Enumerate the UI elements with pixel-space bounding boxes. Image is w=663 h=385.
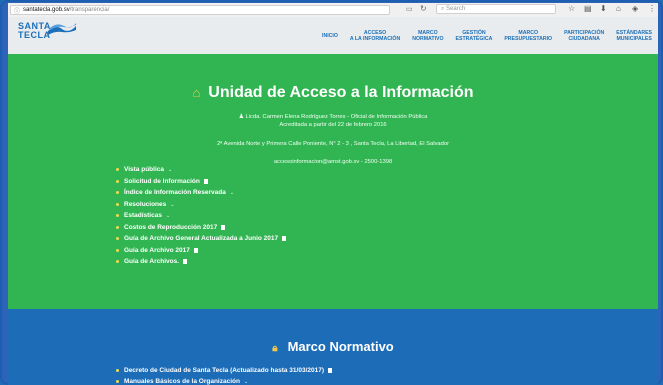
search-input[interactable]: ⌕ Search [436, 4, 556, 14]
site-header: SANTA TECLA INICIO ACCESO A LA INFORMACI… [8, 17, 658, 54]
link-manuales-basicos[interactable]: Manuales Básicos de la Organización ⌄ [116, 378, 332, 385]
section-title: ⌂ Unidad de Acceso a la Información [8, 84, 658, 102]
bullet [116, 214, 119, 217]
document-icon [203, 178, 208, 184]
link-guia-archivo-general[interactable]: Guía de Archivo General Actualizada a Ju… [116, 235, 287, 247]
chevron-down-icon: ⌄ [165, 213, 171, 219]
bullet [116, 225, 119, 229]
browser-toolbar: ⓘ santatecla.gob.sv /transparencia/ ▭ ↻ … [8, 3, 658, 18]
officer-line: ♟ Licda. Carmen Elena Rodríguez Torres -… [238, 114, 428, 120]
logo-line2: TECLA [18, 30, 51, 40]
url-path: /transparencia/ [69, 7, 110, 13]
lock-icon: 🔒︎ [272, 343, 278, 354]
chevron-down-icon: ⌄ [170, 201, 175, 208]
info-icon: ⓘ [14, 8, 21, 15]
bullet [116, 179, 119, 183]
main-nav: INICIO ACCESO A LA INFORMACIÓN MARCO NOR… [316, 17, 658, 54]
home-icon[interactable]: ⌂ [616, 4, 621, 13]
bullet [116, 168, 119, 171]
nav-acceso-informacion[interactable]: ACCESO A LA INFORMACIÓN [344, 30, 406, 42]
star-icon[interactable]: ☆ [568, 4, 575, 13]
bullet [116, 380, 119, 383]
url-domain: santatecla.gob.sv [23, 7, 70, 13]
nav-marco-normativo[interactable]: MARCO NORMATIVO [406, 30, 449, 42]
chevron-down-icon: ⌄ [167, 167, 173, 173]
marco-title-text: Marco Normativo [287, 339, 394, 354]
address-bar[interactable]: ⓘ santatecla.gob.sv /transparencia/ [10, 5, 390, 15]
contact-line: accesoinformacion@amst.gob.sv - 2500-139… [273, 159, 393, 165]
link-estadisticas[interactable]: Estadísticas ⌄ [116, 212, 286, 224]
link-decreto-ciudad[interactable]: Decreto de Ciudad de Santa Tecla (Actual… [116, 367, 333, 378]
nav-participacion-ciudadana[interactable]: PARTICIPACIÓN CIUDADANA [558, 30, 610, 42]
chevron-down-icon: ⌄ [243, 379, 249, 385]
access-links-list: Vista pública ⌄ Solicitud de Información … [116, 166, 287, 270]
document-icon [282, 236, 287, 241]
marco-links-list: Decreto de Ciudad de Santa Tecla (Actual… [116, 367, 333, 385]
nav-gestion-estrategica[interactable]: GESTIÓN ESTRATÉGICA [450, 30, 499, 42]
link-resoluciones[interactable]: Resoluciones ⌄ [116, 201, 286, 213]
pocket-icon[interactable]: ◈ [632, 4, 638, 13]
chevron-down-icon: ⌄ [229, 190, 235, 196]
document-icon [221, 224, 226, 230]
library-icon[interactable]: ▤ [584, 4, 592, 13]
link-guia-archivos[interactable]: Guía de Archivos. [116, 258, 286, 270]
santa-tecla-logo[interactable]: SANTA TECLA [18, 21, 83, 49]
marco-title: 🔒︎ Marco Normativo [8, 339, 658, 354]
bullet [116, 191, 119, 194]
download-icon[interactable]: ⬇ [600, 4, 607, 13]
home-icon: ⌂ [192, 85, 201, 100]
link-guia-archivo-2017[interactable]: Guía de Archivo 2017 [116, 247, 286, 259]
user-icon: ♟ [238, 114, 244, 120]
browser-window: ⓘ santatecla.gob.sv /transparencia/ ▭ ↻ … [0, 0, 663, 385]
marco-normativo-section: 🔒︎ Marco Normativo Decreto de Ciudad de S… [8, 309, 658, 385]
search-placeholder: Search [446, 6, 466, 12]
search-icon: ⌕ [441, 6, 445, 12]
document-icon [193, 247, 198, 253]
bullet [116, 202, 119, 206]
section-title-text: Unidad de Acceso a la Información [208, 84, 474, 101]
address-line: 2ª Avenida Norte y Primera Calle Ponient… [216, 141, 450, 147]
reader-view-icon[interactable]: ▭ [406, 5, 413, 13]
flag-logo-icon [48, 23, 76, 35]
bullet [116, 237, 119, 240]
menu-icon[interactable]: ⋮ [648, 4, 656, 13]
link-indice-reservada[interactable]: Índice de Información Reservada ⌄ [116, 189, 286, 201]
bullet [116, 369, 119, 372]
link-vista-publica[interactable]: Vista pública ⌄ [116, 166, 286, 178]
bullet [116, 260, 119, 263]
accredited-line: Acreditada a partir del 22 de febrero 20… [279, 122, 387, 128]
access-info-section: ⌂ Unidad de Acceso a la Información ♟ Lic… [8, 54, 658, 309]
document-icon [183, 259, 188, 264]
link-costos-reproduccion[interactable]: Costos de Reproducción 2017 [116, 224, 286, 236]
reload-icon[interactable]: ↻ [420, 4, 427, 13]
nav-marco-presupuestario[interactable]: MARCO PRESUPUESTARIO [498, 30, 558, 42]
nav-estandares-municipales[interactable]: ESTÁNDARES MUNICIPALES [610, 30, 658, 42]
nav-inicio[interactable]: INICIO [316, 33, 344, 39]
bullet [116, 248, 119, 252]
link-solicitud-informacion[interactable]: Solicitud de Información [116, 178, 286, 190]
document-icon [328, 368, 333, 373]
